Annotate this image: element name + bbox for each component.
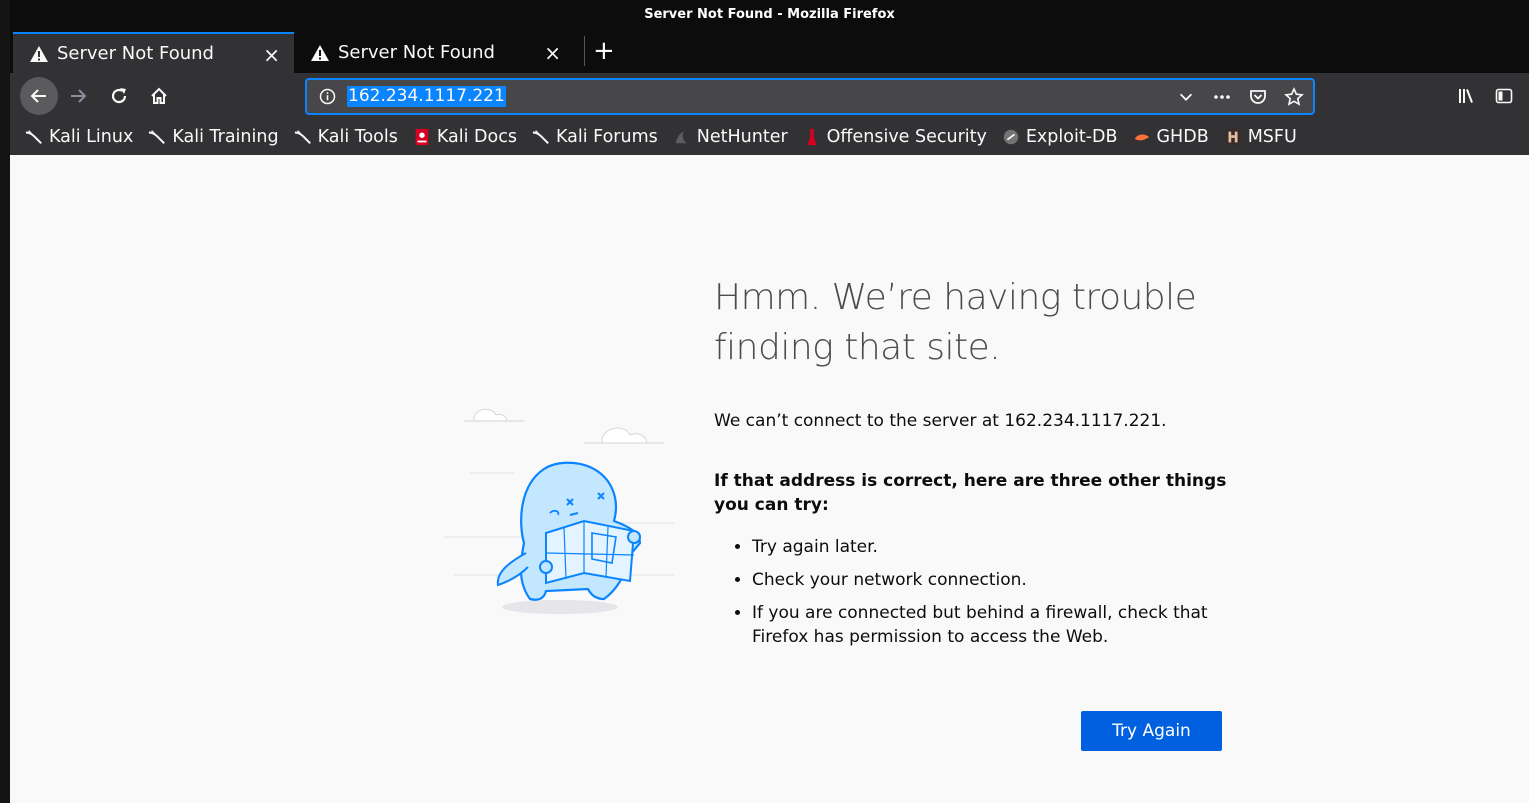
kali-dragon-icon xyxy=(147,127,167,147)
pocket-icon[interactable] xyxy=(1247,86,1269,108)
offsec-icon xyxy=(802,127,822,147)
kali-dragon-icon xyxy=(531,127,551,147)
sidebar-icon[interactable] xyxy=(1493,85,1515,107)
page-content: Hmm. We’re having trouble finding that s… xyxy=(10,155,1529,803)
bookmark-offensive-security[interactable]: Offensive Security xyxy=(802,127,987,147)
bookmark-kali-training[interactable]: Kali Training xyxy=(147,127,279,147)
list-item: If you are connected but behind a firewa… xyxy=(752,601,1234,649)
error-description: We can’t connect to the server at 162.23… xyxy=(714,411,1167,431)
new-tab-button[interactable]: + xyxy=(584,36,615,66)
suggestions-heading: If that address is correct, here are thr… xyxy=(714,471,1227,515)
exploitdb-icon xyxy=(1001,127,1021,147)
info-icon[interactable] xyxy=(319,88,336,105)
tab-strip: Server Not Found × Server Not Found × + xyxy=(10,28,1529,73)
ghdb-icon xyxy=(1132,127,1152,147)
bookmark-msfu[interactable]: MSFU xyxy=(1223,127,1297,147)
window-title-bar: Server Not Found - Mozilla Firefox xyxy=(10,0,1529,28)
list-item: Try again later. xyxy=(752,535,1234,559)
lost-dino-illustration xyxy=(444,408,674,614)
forward-button[interactable] xyxy=(62,80,94,112)
nethunter-icon xyxy=(672,127,692,147)
bookmark-kali-forums[interactable]: Kali Forums xyxy=(531,127,658,147)
kali-dragon-icon xyxy=(293,127,313,147)
reload-icon xyxy=(111,88,127,104)
chevron-down-icon[interactable] xyxy=(1175,86,1197,108)
bookmarks-toolbar: Kali Linux Kali Training Kali Tools Kali… xyxy=(10,119,1529,155)
tab-server-not-found-2[interactable]: Server Not Found × xyxy=(294,32,575,73)
home-icon xyxy=(151,87,167,104)
error-panel: Hmm. We’re having trouble finding that s… xyxy=(714,273,1234,658)
bookmark-ghdb[interactable]: GHDB xyxy=(1132,127,1209,147)
warning-icon xyxy=(29,45,49,63)
kali-dragon-icon xyxy=(24,127,44,147)
arrow-right-icon xyxy=(71,89,87,103)
back-button[interactable] xyxy=(20,77,58,115)
error-title: Hmm. We’re having trouble finding that s… xyxy=(714,277,1197,368)
try-again-button[interactable]: Try Again xyxy=(1081,711,1222,751)
navigation-toolbar: 162.234.1117.221 xyxy=(10,73,1529,119)
library-icon[interactable] xyxy=(1455,85,1477,107)
home-button[interactable] xyxy=(143,80,175,112)
url-input-value[interactable]: 162.234.1117.221 xyxy=(347,86,506,107)
window-title: Server Not Found - Mozilla Firefox xyxy=(644,6,895,22)
bookmark-star-icon[interactable] xyxy=(1283,86,1305,108)
close-icon[interactable]: × xyxy=(544,41,561,65)
warning-icon xyxy=(310,44,330,62)
arrow-left-icon xyxy=(30,89,46,103)
list-item: Check your network connection. xyxy=(752,568,1234,592)
tab-server-not-found-1[interactable]: Server Not Found × xyxy=(13,32,294,73)
url-bar[interactable]: 162.234.1117.221 xyxy=(306,79,1314,114)
msfu-icon xyxy=(1223,127,1243,147)
bookmark-exploit-db[interactable]: Exploit-DB xyxy=(1001,127,1118,147)
tab-label: Server Not Found xyxy=(57,43,214,64)
tab-label: Server Not Found xyxy=(338,42,495,63)
page-actions-menu-icon[interactable] xyxy=(1211,86,1233,108)
suggestions-list: Try again later. Check your network conn… xyxy=(714,535,1234,649)
bookmark-kali-tools[interactable]: Kali Tools xyxy=(293,127,398,147)
kali-docs-icon xyxy=(412,127,432,147)
bookmark-kali-linux[interactable]: Kali Linux xyxy=(24,127,133,147)
background-terminal-edge xyxy=(0,0,10,803)
bookmark-kali-docs[interactable]: Kali Docs xyxy=(412,127,517,147)
reload-button[interactable] xyxy=(103,80,135,112)
close-icon[interactable]: × xyxy=(263,43,280,67)
bookmark-nethunter[interactable]: NetHunter xyxy=(672,127,788,147)
